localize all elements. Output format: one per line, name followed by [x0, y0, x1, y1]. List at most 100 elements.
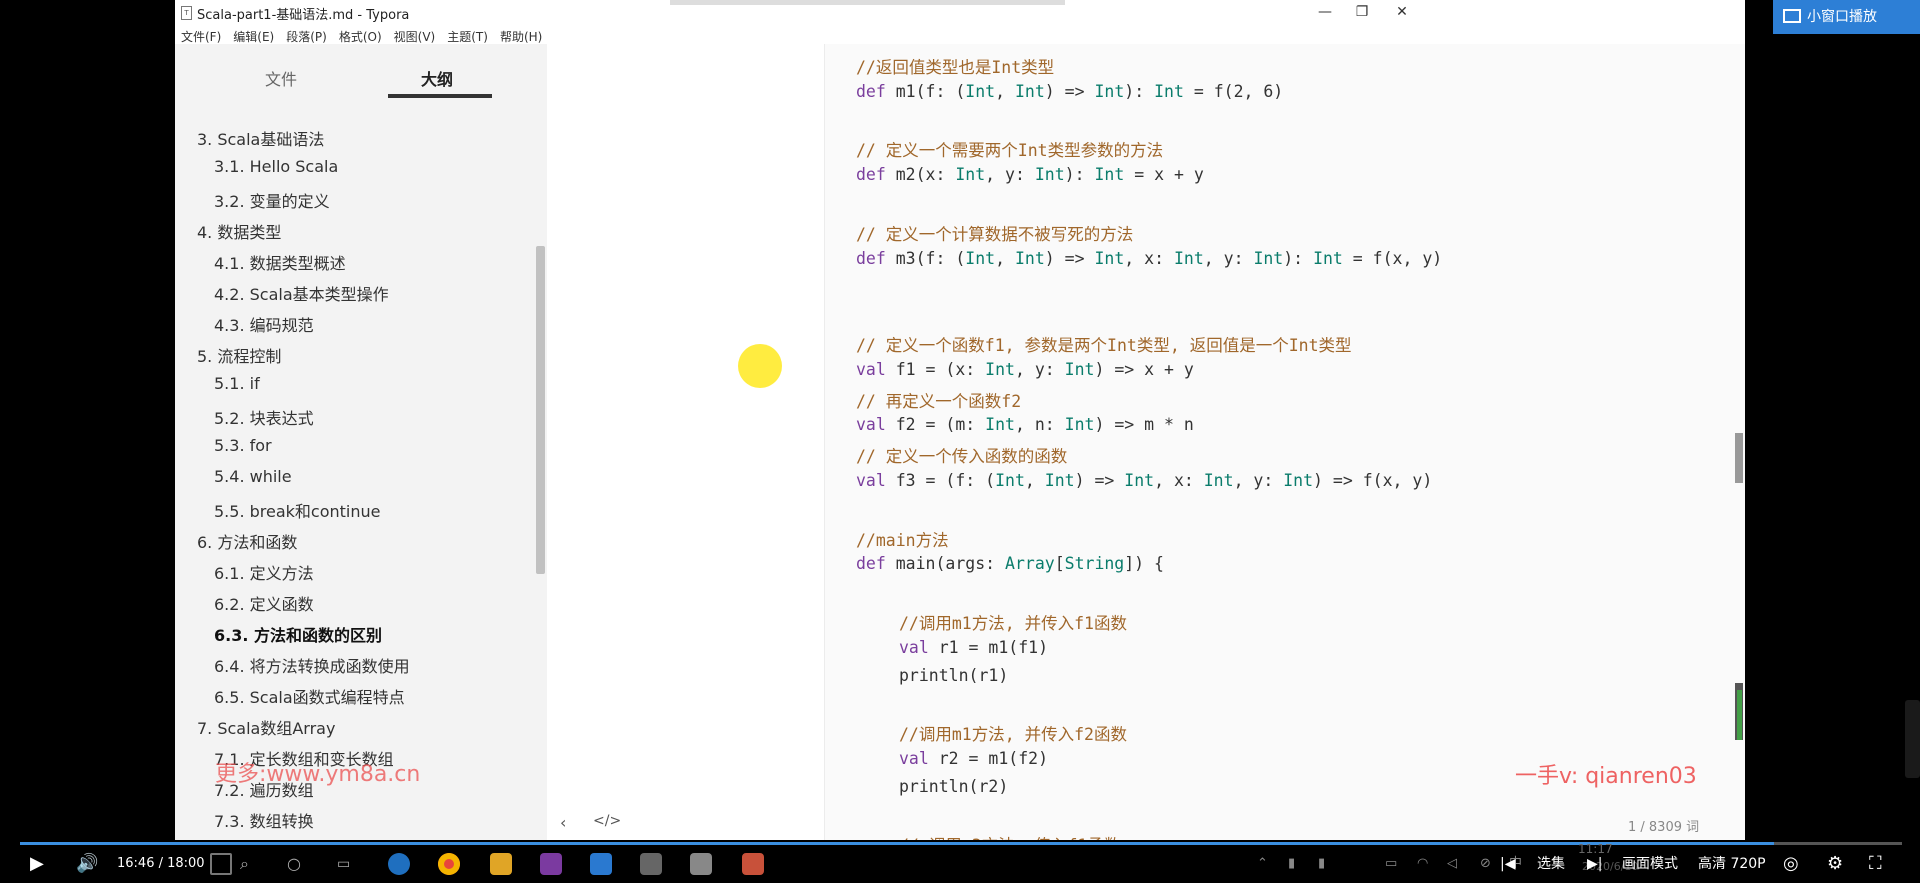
- toggle-sidebar-button[interactable]: ‹: [560, 813, 566, 832]
- ide-app-icon[interactable]: [540, 853, 562, 875]
- code-comment-line: // 调用m3方法, 传入f1函数: [899, 832, 1120, 840]
- outline-item[interactable]: 4.1. 数据类型概述: [214, 250, 346, 274]
- side-panel-handle[interactable]: [1905, 700, 1920, 778]
- volume-level-bar: [1737, 690, 1742, 740]
- window-title: Scala-part1-基础语法.md - Typora: [197, 8, 410, 23]
- editor-watermark: 一手v: qianren03: [1515, 764, 1697, 789]
- typora-window: T Scala-part1-基础语法.md - Typora — ❐ ✕ 文件(…: [175, 0, 1745, 840]
- network-icon[interactable]: ◠: [1417, 845, 1428, 883]
- sidebar: 文件 大纲 3. Scala基础语法 3.1. Hello Scala 3.2. 变…: [175, 44, 547, 840]
- tab-file[interactable]: 文件: [265, 66, 297, 90]
- battery-icon: ▭: [1385, 856, 1398, 871]
- outline-item[interactable]: 4.2. Scala基本类型操作: [214, 281, 389, 305]
- quality-button[interactable]: 高清 720P: [1698, 845, 1766, 883]
- file-explorer-icon[interactable]: [490, 853, 512, 875]
- episodes-button[interactable]: 选集: [1537, 845, 1565, 883]
- outline-item[interactable]: 6.3. 方法和函数的区别: [214, 622, 382, 646]
- code-comment-line: // 定义一个需要两个Int类型参数的方法: [856, 141, 1164, 161]
- code-comment-line: //调用m1方法, 并传入f2函数: [899, 725, 1127, 745]
- outline-item[interactable]: 4.3. 编码规范: [214, 312, 314, 336]
- outline-item[interactable]: 5.5. break和continue: [214, 498, 381, 522]
- outline-item[interactable]: 6.2. 定义函数: [214, 591, 314, 615]
- tray-expand-icon[interactable]: ⌃: [1257, 845, 1268, 883]
- code-line: def m3(f: (Int, Int) => Int, x: Int, y: …: [856, 248, 1443, 268]
- outline-item[interactable]: 6.5. Scala函数式编程特点: [214, 684, 405, 708]
- active-tab-indicator: [388, 94, 492, 98]
- code-comment-line: // 定义一个函数f1, 参数是两个Int类型, 返回值是一个Int类型: [856, 336, 1352, 355]
- outline-list: 3. Scala基础语法 3.1. Hello Scala 3.2. 变量的定义 4.…: [175, 114, 535, 840]
- code-line: val r2 = m1(f2): [899, 749, 1049, 768]
- speaker-icon[interactable]: ◁: [1447, 845, 1457, 883]
- windows-start-icon[interactable]: [210, 853, 232, 875]
- code-comment-line: //调用m1方法, 并传入f1函数: [899, 614, 1127, 633]
- outline-item[interactable]: 5.2. 块表达式: [214, 405, 314, 429]
- editor-pane: //返回值类型也是Int类型 def m1(f: (Int, Int) => In…: [547, 44, 1745, 840]
- outline-item[interactable]: 5.3. for: [214, 436, 272, 455]
- outline-item[interactable]: 5. 流程控制: [197, 343, 281, 367]
- typora-app-icon[interactable]: [690, 853, 712, 875]
- pip-icon: [1783, 9, 1801, 23]
- outline-item[interactable]: 5.1. if: [214, 374, 260, 393]
- sidebar-watermark: 更多:www.ym8a.cn: [215, 762, 421, 787]
- remote-app-icon[interactable]: [590, 853, 612, 875]
- previous-episode-button[interactable]: |◀: [1500, 845, 1515, 883]
- editor-app-icon[interactable]: [640, 853, 662, 875]
- outline-item[interactable]: 4. 数据类型: [197, 219, 281, 243]
- outline-item[interactable]: 6.4. 将方法转换成函数使用: [214, 653, 410, 677]
- player-control-bar: ▶ 🔊 16:46 / 18:00 ⌕ ○ ▭ ⌃ ▮ ▮ ▭ ◠ ◁ ⊘ 中 …: [0, 842, 1920, 883]
- picture-mode-button[interactable]: 画面模式: [1622, 845, 1678, 883]
- search-icon[interactable]: ⌕: [240, 845, 249, 883]
- top-notification-strip: [670, 0, 1065, 5]
- typora-doc-icon: T: [181, 6, 192, 20]
- ime-mode-icon[interactable]: ⊘: [1480, 845, 1491, 883]
- edge-browser-icon[interactable]: [388, 853, 410, 875]
- time-display: 16:46 / 18:00: [117, 856, 205, 871]
- source-mode-button[interactable]: </>: [593, 813, 621, 829]
- code-comment-line: // 定义一个计算数据不被写死的方法: [856, 224, 1134, 244]
- next-episode-button[interactable]: ▶|: [1587, 845, 1602, 883]
- screenshot-icon[interactable]: ◎: [1783, 845, 1799, 883]
- editor-scrollbar-thumb[interactable]: [1735, 433, 1743, 483]
- code-comment-line: // 再定义一个函数f2: [856, 391, 1022, 411]
- close-button[interactable]: ✕: [1379, 0, 1425, 24]
- word-count[interactable]: 1 / 8309 词: [1628, 816, 1699, 835]
- menu-bar: 文件(F) 编辑(E) 段落(P) 格式(O) 视图(V) 主题(T) 帮助(H): [175, 26, 775, 44]
- code-comment-line: //main方法: [856, 530, 949, 550]
- code-line: val f1 = (x: Int, y: Int) => x + y: [856, 359, 1194, 379]
- pip-label: 小窗口播放: [1807, 9, 1877, 25]
- cortana-icon[interactable]: ○: [287, 845, 301, 883]
- volume-icon[interactable]: 🔊: [76, 845, 98, 883]
- picture-in-picture-button[interactable]: 小窗口播放: [1773, 0, 1920, 34]
- recorder-app-icon[interactable]: [742, 853, 764, 875]
- tray-app-icon-2[interactable]: ▮: [1318, 845, 1325, 883]
- code-line: def main(args: Array[String]) {: [856, 554, 1164, 574]
- outline-item[interactable]: 7.4. 数组常用算法: [214, 839, 346, 840]
- code-line: val f3 = (f: (Int, Int) => Int, x: Int, …: [856, 471, 1433, 490]
- code-line: println(r1): [899, 665, 1009, 685]
- outline-item[interactable]: 3.2. 变量的定义: [214, 188, 330, 212]
- chrome-browser-icon[interactable]: [438, 853, 460, 875]
- task-view-icon[interactable]: ▭: [337, 845, 350, 883]
- outline-item[interactable]: 6. 方法和函数: [197, 529, 297, 553]
- settings-icon[interactable]: ⚙: [1827, 845, 1843, 883]
- code-line: val r1 = m1(f1): [899, 637, 1049, 657]
- outline-item[interactable]: 7.3. 数组转换: [214, 808, 314, 832]
- outline-item[interactable]: 5.4. while: [214, 467, 292, 486]
- mouse-cursor-highlight: [738, 344, 782, 388]
- play-button[interactable]: ▶: [30, 845, 44, 883]
- code-line: println(r2): [899, 776, 1009, 796]
- tab-outline[interactable]: 大纲: [421, 66, 453, 90]
- tray-app-icon[interactable]: ▮: [1288, 845, 1295, 883]
- code-line: def m2(x: Int, y: Int): Int = x + y: [856, 165, 1204, 185]
- fullscreen-icon[interactable]: ⛶: [1869, 845, 1882, 883]
- outline-item[interactable]: 6.1. 定义方法: [214, 560, 314, 584]
- outline-item[interactable]: 3. Scala基础语法: [197, 126, 324, 150]
- sidebar-scrollbar[interactable]: [536, 246, 545, 574]
- outline-item[interactable]: 7. Scala数组Array: [197, 715, 335, 739]
- code-line: val f2 = (m: Int, n: Int) => m * n: [856, 415, 1194, 435]
- code-line: def m1(f: (Int, Int) => Int): Int = f(2,…: [856, 81, 1284, 101]
- code-block[interactable]: //返回值类型也是Int类型 def m1(f: (Int, Int) => In…: [825, 44, 1745, 840]
- code-comment-line: //返回值类型也是Int类型: [856, 58, 1055, 77]
- outline-item[interactable]: 3.1. Hello Scala: [214, 157, 338, 176]
- code-comment-line: // 定义一个传入函数的函数: [856, 447, 1068, 467]
